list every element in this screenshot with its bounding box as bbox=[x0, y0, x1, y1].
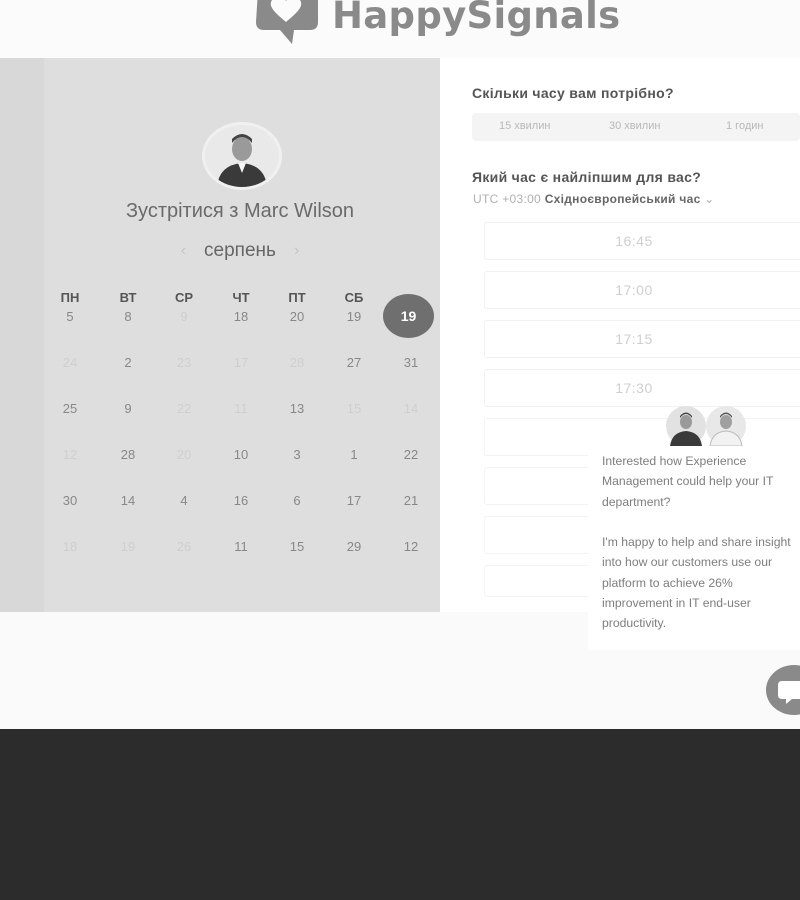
weekday-header: ВТ bbox=[119, 290, 137, 305]
calendar-day[interactable]: 28 bbox=[272, 355, 322, 370]
calendar-day[interactable]: 2 bbox=[103, 355, 153, 370]
month-navigation: ‹ серпень › bbox=[0, 240, 480, 262]
calendar-day[interactable]: 11 bbox=[216, 539, 266, 554]
calendar-day[interactable]: 8 bbox=[103, 309, 153, 324]
calendar-day[interactable]: 6 bbox=[272, 493, 322, 508]
time-slot-label: 16:45 bbox=[615, 233, 653, 249]
calendar-day[interactable]: 22 bbox=[159, 401, 209, 416]
selected-day[interactable]: 19 bbox=[383, 294, 434, 338]
meeting-title: Зустрітися з Marc Wilson bbox=[125, 200, 355, 222]
calendar-day[interactable]: 29 bbox=[329, 539, 379, 554]
timezone-selector[interactable]: UTC +03:00 Східноєвропейський час ⌄ bbox=[473, 192, 715, 206]
calendar-day[interactable]: 26 bbox=[159, 539, 209, 554]
brand-name: HappySignals bbox=[332, 0, 621, 37]
calendar-day[interactable]: 23 bbox=[159, 355, 209, 370]
weekday-header: СР bbox=[174, 290, 194, 305]
month-label: серпень bbox=[204, 240, 276, 261]
calendar-day[interactable]: 11 bbox=[216, 401, 266, 416]
calendar-day[interactable]: 15 bbox=[272, 539, 322, 554]
agents-avatar-icon bbox=[666, 406, 746, 447]
calendar-day[interactable]: 9 bbox=[159, 309, 209, 324]
calendar-day[interactable]: 1 bbox=[329, 447, 379, 462]
calendar-day[interactable]: 16 bbox=[216, 493, 266, 508]
calendar-day[interactable]: 28 bbox=[103, 447, 153, 462]
chat-bubble-icon bbox=[778, 681, 800, 704]
calendar-day[interactable]: 18 bbox=[216, 309, 266, 324]
timezone-offset: UTC +03:00 bbox=[473, 192, 542, 206]
weekday-header: ПН bbox=[60, 290, 80, 305]
brand-logo[interactable]: HappySignals bbox=[250, 0, 620, 44]
calendar-day[interactable]: 9 bbox=[103, 401, 153, 416]
duration-question: Скільки часу вам потрібно? bbox=[472, 85, 674, 101]
chat-message: Interested how Experience Management cou… bbox=[602, 454, 791, 631]
time-slot-label: 17:15 bbox=[615, 331, 653, 347]
chat-launcher-button[interactable] bbox=[766, 665, 800, 715]
calendar-day[interactable]: 12 bbox=[45, 447, 95, 462]
calendar-day[interactable]: 24 bbox=[45, 355, 95, 370]
chevron-right-icon[interactable]: › bbox=[294, 242, 299, 259]
side-strip bbox=[0, 58, 44, 612]
calendar-day[interactable]: 27 bbox=[329, 355, 379, 370]
calendar-day[interactable]: 31 bbox=[386, 355, 436, 370]
calendar-day[interactable]: 30 bbox=[45, 493, 95, 508]
duration-option[interactable]: 1 годин bbox=[726, 120, 763, 132]
calendar-day[interactable]: 3 bbox=[272, 447, 322, 462]
chat-heart-logo-icon bbox=[256, 0, 318, 44]
footer bbox=[0, 729, 800, 900]
calendar-day[interactable]: 12 bbox=[386, 539, 436, 554]
chevron-left-icon[interactable]: ‹ bbox=[181, 242, 186, 259]
timezone-name: Східноєвропейський час bbox=[544, 192, 701, 206]
calendar-day[interactable]: 14 bbox=[103, 493, 153, 508]
weekday-header: ЧТ bbox=[232, 290, 250, 305]
time-question: Який час є найліпшим для вас? bbox=[472, 169, 702, 185]
caret-down-icon: ⌄ bbox=[704, 192, 715, 206]
calendar-day[interactable]: 17 bbox=[216, 355, 266, 370]
duration-option[interactable]: 30 хвилин bbox=[609, 120, 660, 132]
calendar-day[interactable]: 25 bbox=[45, 401, 95, 416]
time-slot-label: 17:00 bbox=[615, 282, 653, 298]
weekday-header: СБ bbox=[344, 290, 364, 305]
calendar-day[interactable]: 5 bbox=[45, 309, 95, 324]
calendar-day[interactable]: 13 bbox=[272, 401, 322, 416]
calendar-day[interactable]: 20 bbox=[159, 447, 209, 462]
calendar-day[interactable]: 10 bbox=[216, 447, 266, 462]
header: HappySignals bbox=[0, 0, 800, 58]
calendar-day[interactable]: 21 bbox=[386, 493, 436, 508]
calendar-day[interactable]: 17 bbox=[329, 493, 379, 508]
calendar-day[interactable]: 22 bbox=[386, 447, 436, 462]
chat-agent-avatars bbox=[664, 406, 754, 447]
weekday-header: ПТ bbox=[288, 290, 306, 305]
calendar-day[interactable]: 15 bbox=[329, 401, 379, 416]
calendar-day[interactable]: 14 bbox=[386, 401, 436, 416]
host-avatar bbox=[202, 122, 282, 190]
calendar-day[interactable]: 18 bbox=[45, 539, 95, 554]
person-avatar-icon bbox=[205, 125, 279, 187]
time-slot-label: 17:30 bbox=[615, 380, 653, 396]
calendar-day[interactable]: 19 bbox=[103, 539, 153, 554]
calendar-day[interactable]: 20 bbox=[272, 309, 322, 324]
duration-option[interactable]: 15 хвилин bbox=[499, 120, 550, 132]
calendar-day[interactable]: 19 bbox=[329, 309, 379, 324]
calendar-day[interactable]: 4 bbox=[159, 493, 209, 508]
